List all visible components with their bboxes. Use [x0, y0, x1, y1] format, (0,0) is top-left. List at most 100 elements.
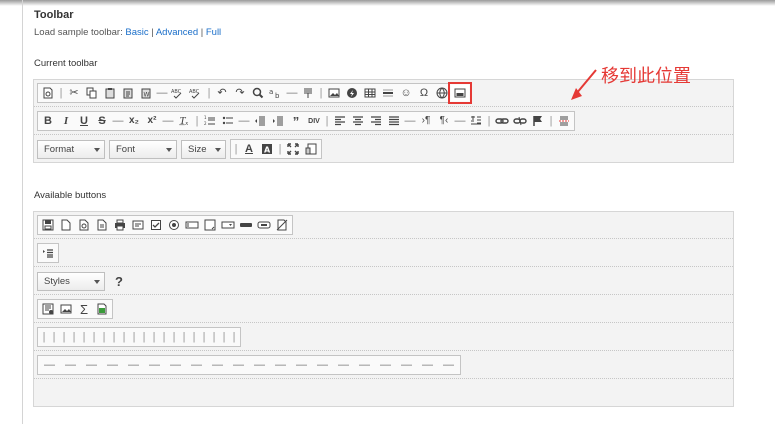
- image-icon[interactable]: [57, 301, 75, 317]
- textarea-icon[interactable]: [201, 217, 219, 233]
- show-blocks-icon[interactable]: [39, 301, 57, 317]
- image-button-icon[interactable]: [255, 217, 273, 233]
- separator-button[interactable]: |: [169, 329, 179, 345]
- unlink-icon[interactable]: [511, 113, 529, 129]
- new-page-icon[interactable]: [57, 217, 75, 233]
- separator-button[interactable]: |: [139, 329, 149, 345]
- maximize-icon[interactable]: [284, 141, 302, 157]
- spellcheck-icon[interactable]: ABC: [169, 85, 187, 101]
- iframe-icon[interactable]: [433, 85, 451, 101]
- size-combo[interactable]: Size: [181, 140, 226, 159]
- sample-full-link[interactable]: Full: [206, 27, 221, 38]
- help-button[interactable]: ?: [110, 273, 128, 289]
- dash-separator-button[interactable]: —: [396, 357, 417, 373]
- textfield-icon[interactable]: [183, 217, 201, 233]
- cut-icon[interactable]: ✂: [65, 85, 83, 101]
- checkbox-icon[interactable]: [147, 217, 165, 233]
- separator-button[interactable]: |: [229, 329, 239, 345]
- horizontal-rule-icon[interactable]: [379, 85, 397, 101]
- dash-separator-button[interactable]: —: [123, 357, 144, 373]
- separator-button[interactable]: |: [129, 329, 139, 345]
- remove-format-icon[interactable]: T̲ₓ: [175, 113, 193, 129]
- align-right-icon[interactable]: [367, 113, 385, 129]
- paste-text-icon[interactable]: [119, 85, 137, 101]
- separator-button[interactable]: |: [49, 329, 59, 345]
- scayt-icon[interactable]: ABC: [187, 85, 205, 101]
- templates-icon[interactable]: [93, 217, 111, 233]
- dash-separator-button[interactable]: —: [39, 357, 60, 373]
- select-all-icon[interactable]: [299, 85, 317, 101]
- dash-separator-button[interactable]: —: [333, 357, 354, 373]
- youtube-icon[interactable]: [448, 82, 472, 104]
- text-color-icon[interactable]: A: [240, 141, 258, 157]
- source-icon[interactable]: [39, 85, 57, 101]
- dash-separator-button[interactable]: —: [144, 357, 165, 373]
- hidden-field-icon[interactable]: [273, 217, 291, 233]
- dash-separator-button[interactable]: —: [312, 357, 333, 373]
- dash-separator-button[interactable]: —: [60, 357, 81, 373]
- separator-button[interactable]: |: [209, 329, 219, 345]
- paste-word-icon[interactable]: W: [137, 85, 155, 101]
- dash-separator-button[interactable]: —: [417, 357, 438, 373]
- show-blocks-icon[interactable]: [302, 141, 320, 157]
- paste-icon[interactable]: [101, 85, 119, 101]
- form-icon[interactable]: [129, 217, 147, 233]
- sample-advanced-link[interactable]: Advanced: [156, 27, 198, 38]
- save-icon[interactable]: [39, 217, 57, 233]
- smiley-icon[interactable]: ☺: [397, 85, 415, 101]
- format-combo[interactable]: Format: [37, 140, 105, 159]
- dash-separator-button[interactable]: —: [270, 357, 291, 373]
- separator-button[interactable]: |: [159, 329, 169, 345]
- dash-separator-button[interactable]: —: [375, 357, 396, 373]
- special-char-icon[interactable]: Ω: [415, 85, 433, 101]
- separator-button[interactable]: |: [89, 329, 99, 345]
- bold-icon[interactable]: B: [39, 113, 57, 129]
- separator-button[interactable]: |: [149, 329, 159, 345]
- separator-button[interactable]: |: [69, 329, 79, 345]
- language-icon[interactable]: [467, 113, 485, 129]
- superscript-icon[interactable]: x²: [143, 113, 161, 129]
- subscript-icon[interactable]: x₂: [125, 113, 143, 129]
- dash-separator-button[interactable]: —: [228, 357, 249, 373]
- rtl-icon[interactable]: ¶‹: [435, 113, 453, 129]
- dash-separator-button[interactable]: —: [81, 357, 102, 373]
- dash-separator-button[interactable]: —: [207, 357, 228, 373]
- redo-icon[interactable]: ↷: [231, 85, 249, 101]
- spreadsheet-icon[interactable]: [93, 301, 111, 317]
- button-icon[interactable]: [237, 217, 255, 233]
- separator-button[interactable]: |: [179, 329, 189, 345]
- separator-button[interactable]: |: [99, 329, 109, 345]
- separator-button[interactable]: |: [189, 329, 199, 345]
- outdent-icon[interactable]: [251, 113, 269, 129]
- div-icon[interactable]: DIV: [305, 113, 323, 129]
- link-icon[interactable]: [493, 113, 511, 129]
- separator-button[interactable]: |: [39, 329, 49, 345]
- replace-icon[interactable]: ab: [267, 85, 285, 101]
- align-center-icon[interactable]: [349, 113, 367, 129]
- separator-button[interactable]: |: [109, 329, 119, 345]
- radio-icon[interactable]: [165, 217, 183, 233]
- dash-separator-button[interactable]: —: [102, 357, 123, 373]
- align-left-icon[interactable]: [331, 113, 349, 129]
- numbered-list-icon[interactable]: 12: [201, 113, 219, 129]
- dash-separator-button[interactable]: —: [249, 357, 270, 373]
- font-combo[interactable]: Font: [109, 140, 177, 159]
- dash-separator-button[interactable]: —: [165, 357, 186, 373]
- dash-separator-button[interactable]: —: [186, 357, 207, 373]
- separator-button[interactable]: |: [79, 329, 89, 345]
- dash-separator-button[interactable]: —: [354, 357, 375, 373]
- copy-icon[interactable]: [83, 85, 101, 101]
- indent-icon[interactable]: [269, 113, 287, 129]
- table-icon[interactable]: [361, 85, 379, 101]
- separator-button[interactable]: |: [119, 329, 129, 345]
- image-icon[interactable]: [325, 85, 343, 101]
- print-icon[interactable]: [111, 217, 129, 233]
- ltr-icon[interactable]: ›¶: [417, 113, 435, 129]
- separator-button[interactable]: |: [199, 329, 209, 345]
- dash-separator-button[interactable]: —: [291, 357, 312, 373]
- undo-icon[interactable]: ↶: [213, 85, 231, 101]
- italic-icon[interactable]: I: [57, 113, 75, 129]
- underline-icon[interactable]: U: [75, 113, 93, 129]
- select-icon[interactable]: [219, 217, 237, 233]
- sample-basic-link[interactable]: Basic: [125, 27, 148, 38]
